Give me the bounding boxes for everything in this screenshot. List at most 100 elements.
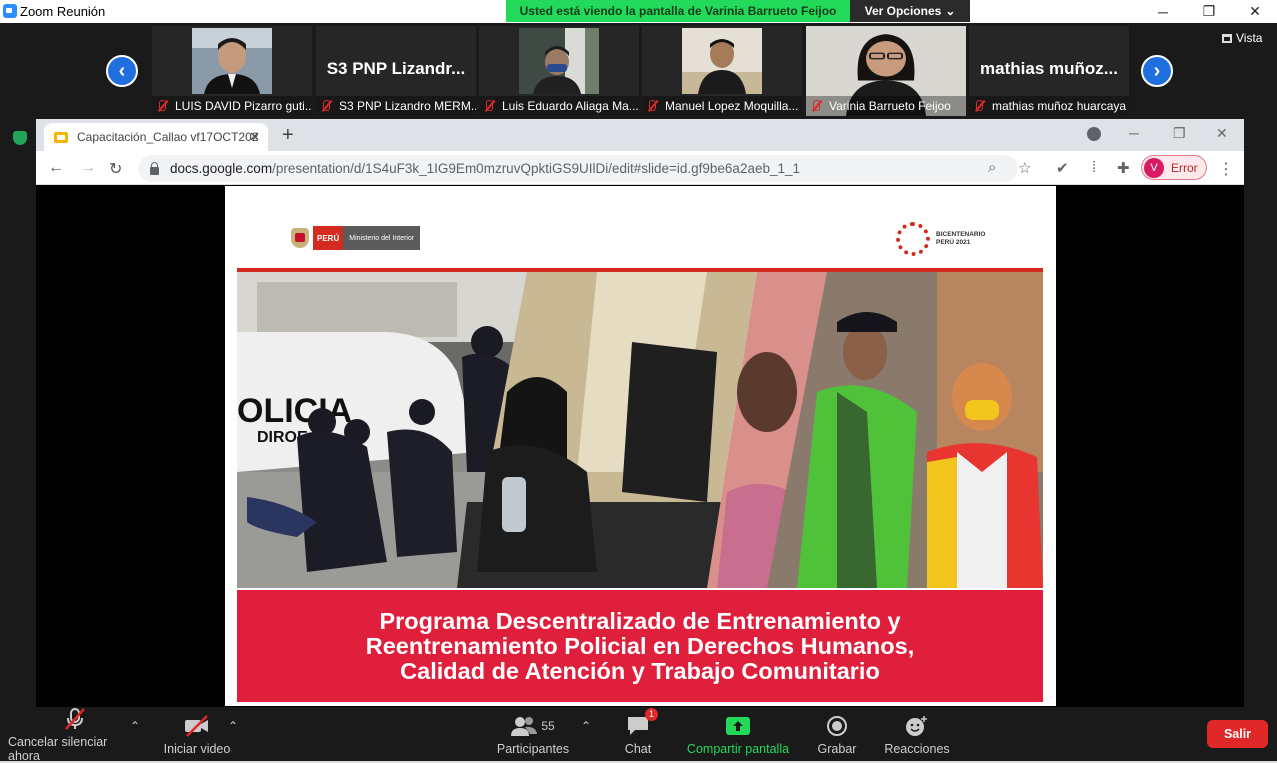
extensions-puzzle-icon[interactable]: ✚ xyxy=(1117,159,1130,177)
forward-icon[interactable]: → xyxy=(80,159,96,177)
chevron-down-icon: ⌄ xyxy=(945,4,956,18)
muted-mic-icon xyxy=(972,99,986,113)
browser-tab-bar: Capacitación_Callao vf17OCT202 ✕ + ─ ❐ ✕ xyxy=(36,119,1244,151)
url-path: /presentation/d/1S4uF3k_1IG9Em0mzruvQpkt… xyxy=(272,161,801,176)
participants-count: 55 xyxy=(541,719,555,733)
muted-mic-icon xyxy=(319,99,333,113)
participant-name: mathias muñoz huarcaya xyxy=(992,99,1127,113)
participant-tile[interactable]: mathias muñoz... mathias muñoz huarcaya xyxy=(969,26,1129,116)
slide-title-line3: Calidad de Atención y Trabajo Comunitari… xyxy=(400,657,880,684)
browser-toolbar: ← → ↻ docs.google.com/presentation/d/1S4… xyxy=(36,151,1244,185)
muted-mic-icon xyxy=(62,707,88,731)
chat-icon: 1 xyxy=(626,708,658,738)
share-banner: Usted está viendo la pantalla de Varinia… xyxy=(506,0,850,22)
participant-name-tag: S3 PNP Lizandro MERM... xyxy=(316,96,476,116)
reload-icon[interactable]: ↻ xyxy=(109,159,122,179)
participant-name: LUIS DAVID Pizarro guti... xyxy=(175,99,312,113)
ministry-logo: PERÚ Ministerio del Interior xyxy=(291,226,421,250)
start-video-button[interactable]: Iniciar video xyxy=(160,707,234,763)
unmute-button[interactable]: Cancelar silenciar ahora xyxy=(8,707,142,763)
audio-options-caret-icon[interactable]: ⌃ xyxy=(130,719,140,733)
tab-search-icon[interactable] xyxy=(1087,127,1101,141)
slide-title-banner: Programa Descentralizado de Entrenamient… xyxy=(237,590,1043,702)
share-screen-icon xyxy=(725,714,751,738)
participants-button[interactable]: 55 Participantes xyxy=(494,707,572,763)
presentation-slide: PERÚ Ministerio del Interior BICENTENARI… xyxy=(225,186,1056,706)
muted-mic-icon xyxy=(645,99,659,113)
tab-title: Capacitación_Callao vf17OCT202 xyxy=(77,130,259,144)
chat-button[interactable]: 1 Chat xyxy=(614,707,662,763)
participant-tile[interactable]: Varinia Barrueto Feijoo xyxy=(806,26,966,116)
browser-tab[interactable]: Capacitación_Callao vf17OCT202 ✕ xyxy=(44,123,268,151)
participant-video xyxy=(192,28,272,94)
view-button-label: Vista xyxy=(1236,31,1263,45)
participants-icon: 55 xyxy=(511,714,555,738)
leave-meeting-button[interactable]: Salir xyxy=(1207,720,1268,748)
participant-name-tag: mathias muñoz huarcaya xyxy=(969,96,1129,116)
muted-mic-icon xyxy=(482,99,496,113)
profile-status: Error xyxy=(1171,160,1198,175)
security-shield-icon[interactable] xyxy=(13,131,27,145)
bicentenario-logo: BICENTENARIO PERÚ 2021 xyxy=(896,222,985,256)
participant-name: Luis Eduardo Aliaga Ma... xyxy=(502,99,639,113)
chevron-left-icon: ‹ xyxy=(118,59,126,82)
participants-caret-icon[interactable]: ⌃ xyxy=(581,719,591,733)
gallery-prev-button[interactable]: ‹ xyxy=(106,55,138,87)
grid-view-icon xyxy=(1222,33,1232,43)
close-window-button[interactable]: ✕ xyxy=(1232,0,1277,23)
bicentenario-line1: BICENTENARIO xyxy=(936,231,986,238)
participant-video xyxy=(682,28,762,94)
bookmark-star-icon[interactable]: ☆ xyxy=(1018,159,1031,177)
extension-check-icon[interactable]: ✔ xyxy=(1056,159,1069,177)
muted-mic-icon xyxy=(155,99,169,113)
browser-menu-icon[interactable]: ⋮ xyxy=(1218,159,1234,179)
view-options-label: Ver Opciones xyxy=(864,4,942,18)
share-screen-button[interactable]: Compartir pantalla xyxy=(684,707,792,763)
extension-mic-icon[interactable]: ⁞ xyxy=(1092,159,1096,176)
participant-name-tag: LUIS DAVID Pizarro guti... xyxy=(152,96,312,116)
participant-tile[interactable]: Luis Eduardo Aliaga Ma... xyxy=(479,26,639,116)
address-bar[interactable]: docs.google.com/presentation/d/1S4uF3k_1… xyxy=(138,155,1018,182)
window-title: Zoom Reunión xyxy=(20,4,106,19)
back-icon[interactable]: ← xyxy=(48,159,64,177)
video-options-caret-icon[interactable]: ⌃ xyxy=(228,719,238,733)
participant-tile[interactable]: S3 PNP Lizandr... S3 PNP Lizandro MERM..… xyxy=(316,26,476,116)
participant-tile[interactable]: LUIS DAVID Pizarro guti... xyxy=(152,26,312,116)
participant-name: Varinia Barrueto Feijoo xyxy=(829,99,951,113)
view-options-button[interactable]: Ver Opciones ⌄ xyxy=(850,0,970,22)
participant-video xyxy=(519,28,599,94)
participant-display-name: S3 PNP Lizandr... xyxy=(326,59,466,78)
maximize-button[interactable]: ❐ xyxy=(1186,0,1232,23)
tab-close-icon[interactable]: ✕ xyxy=(249,129,260,145)
bicentenario-emblem-icon xyxy=(896,222,930,256)
participant-name: S3 PNP Lizandro MERM... xyxy=(339,99,476,113)
profile-avatar: V xyxy=(1144,157,1164,178)
lock-icon xyxy=(150,161,159,175)
video-off-icon xyxy=(183,714,211,738)
zoom-lens-icon[interactable]: ⌕ xyxy=(988,159,996,176)
participant-display-name: mathias muñoz... xyxy=(980,59,1118,78)
participants-label: Participantes xyxy=(496,742,570,756)
peru-label: PERÚ xyxy=(313,226,344,250)
participant-tile[interactable]: Manuel Lopez Moquilla... xyxy=(642,26,802,116)
record-icon xyxy=(826,714,848,738)
reactions-label: Reacciones xyxy=(884,742,950,756)
minimize-button[interactable]: ─ xyxy=(1140,0,1186,23)
record-button[interactable]: Grabar xyxy=(812,707,862,763)
new-tab-button[interactable]: + xyxy=(282,124,294,147)
participant-name-tag: Luis Eduardo Aliaga Ma... xyxy=(479,96,639,116)
slide-title-line1: Programa Descentralizado de Entrenamient… xyxy=(379,607,901,634)
chevron-right-icon: › xyxy=(1153,59,1161,82)
browser-close-icon[interactable]: ✕ xyxy=(1216,125,1228,142)
chat-label: Chat xyxy=(624,742,652,756)
browser-restore-icon[interactable]: ❐ xyxy=(1173,125,1186,142)
reactions-button[interactable]: Reacciones xyxy=(884,707,950,763)
profile-button[interactable]: V Error xyxy=(1141,155,1207,180)
browser-minimize-icon[interactable]: ─ xyxy=(1129,125,1139,141)
muted-mic-icon xyxy=(809,99,823,113)
gallery-next-button[interactable]: › xyxy=(1141,55,1173,87)
start-video-label: Iniciar video xyxy=(163,742,231,756)
view-button[interactable]: Vista xyxy=(1222,31,1262,45)
unmute-label: Cancelar silenciar ahora xyxy=(8,735,108,763)
shared-screen: Capacitación_Callao vf17OCT202 ✕ + ─ ❐ ✕… xyxy=(36,119,1244,707)
